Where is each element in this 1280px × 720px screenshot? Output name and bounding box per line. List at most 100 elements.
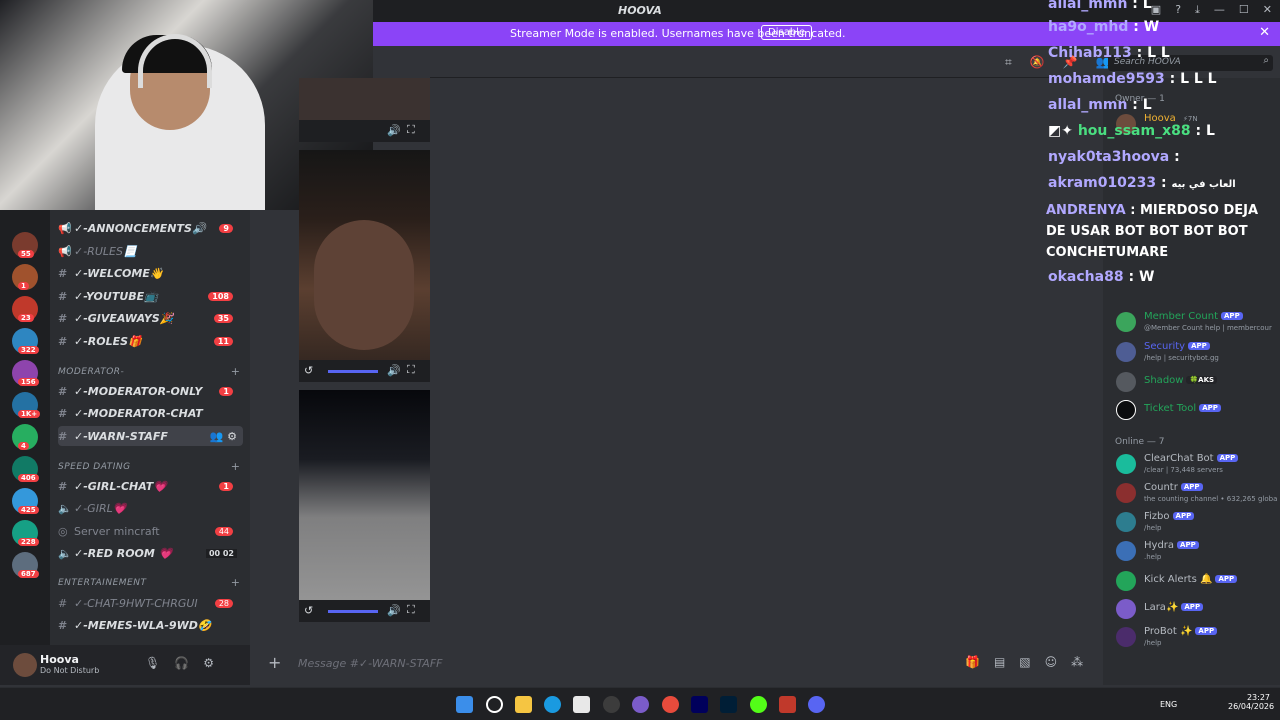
server-badge: 425: [18, 506, 39, 514]
store-icon[interactable]: [573, 696, 590, 713]
threads-icon[interactable]: ⌗: [1005, 55, 1012, 70]
apps-icon[interactable]: ⁂: [1071, 655, 1083, 669]
channel-red-room[interactable]: 🔈 ✓-RED ROOM 💗 00 02: [58, 543, 243, 563]
video-attachment[interactable]: 🔊 ⛶: [299, 78, 430, 142]
obs-icon[interactable]: [603, 696, 620, 713]
avatar[interactable]: [13, 653, 37, 677]
mute-icon[interactable]: 🔕: [1030, 55, 1045, 70]
search-input[interactable]: Search HOOVA ⌕: [1108, 55, 1273, 71]
add-channel-icon[interactable]: +: [231, 365, 240, 378]
sticker-icon[interactable]: ▧: [1019, 655, 1030, 669]
member-item[interactable]: Security APP /help | securitybot.gg: [1113, 340, 1278, 366]
server-badge: 228: [18, 538, 39, 546]
volume-icon[interactable]: 🔊: [387, 364, 401, 377]
disable-streamer-mode-button[interactable]: Disable: [761, 25, 813, 40]
video-attachment[interactable]: ↺ 🔊 ⛶: [299, 390, 430, 622]
avatar: [1116, 342, 1136, 362]
gear-icon[interactable]: ⚙: [203, 656, 214, 670]
channel-girl-voice[interactable]: 🔈 ✓-GIRL💗: [58, 498, 243, 518]
inbox-icon[interactable]: ▣: [1151, 3, 1161, 17]
fullscreen-icon[interactable]: ⛶: [407, 123, 415, 137]
channel-roles[interactable]: # ✓-ROLES🎁 11: [58, 331, 243, 351]
member-item[interactable]: Ticket Tool APP: [1113, 398, 1278, 424]
channel-chat-9hwt[interactable]: # ✓-CHAT-9HWT-CHRGUI 28: [58, 593, 243, 613]
chrome-icon[interactable]: [662, 696, 679, 713]
member-group-online: Online — 7: [1115, 437, 1165, 447]
megaphone-icon: 📢: [58, 221, 72, 235]
channel-moderator-chat[interactable]: # ✓-MODERATOR-CHAT: [58, 403, 243, 423]
message-input[interactable]: Message #✓-WARN-STAFF: [298, 657, 442, 670]
media-player-icon[interactable]: [779, 696, 796, 713]
hash-icon: #: [58, 596, 68, 610]
channel-youtube[interactable]: # ✓-YOUTUBE📺 108: [58, 286, 243, 306]
gift-icon[interactable]: 🎁: [965, 655, 980, 669]
hash-icon: #: [58, 384, 68, 398]
channel-giveaways[interactable]: # ✓-GIVEAWAYS🎉 35: [58, 308, 243, 328]
volume-slider[interactable]: [328, 610, 378, 613]
channel-welcome[interactable]: # ✓-WELCOME👋: [58, 263, 243, 283]
member-item[interactable]: Member Count APP @Member Count help | mem…: [1113, 310, 1278, 336]
gif-icon[interactable]: ▤: [994, 655, 1005, 669]
user-status: Do Not Disturb: [40, 666, 100, 675]
window-controls: ▣ ? ⤓ — ☐ ✕: [1151, 3, 1272, 17]
channel-memes[interactable]: # ✓-MEMES-WLA-9WD🤣: [58, 615, 243, 635]
member-item[interactable]: ClearChat Bot APP/clear | 73,448 servers: [1113, 452, 1278, 478]
mention-badge: 35: [213, 313, 233, 323]
minimize-button[interactable]: —: [1214, 3, 1225, 17]
member-item[interactable]: Lara✨ APP: [1113, 597, 1278, 623]
clock[interactable]: 23:27 26/04/2026: [1228, 693, 1274, 711]
message-composer[interactable]: + Message #✓-WARN-STAFF 🎁 ▤ ▧ ☺ ⁂: [258, 650, 1098, 678]
settings-icon[interactable]: 👥 ⚙: [210, 430, 237, 443]
close-button[interactable]: ✕: [1263, 3, 1272, 17]
emoji-icon[interactable]: ☺: [1045, 655, 1058, 669]
volume-icon[interactable]: 🔊: [387, 124, 401, 137]
add-attachment-icon[interactable]: +: [268, 653, 281, 672]
add-channel-icon[interactable]: +: [231, 576, 240, 589]
file-explorer-icon[interactable]: [515, 696, 532, 713]
microphone-icon[interactable]: 🎙: [145, 656, 160, 670]
pin-icon[interactable]: 📌: [1063, 55, 1078, 70]
kick-icon[interactable]: [750, 696, 767, 713]
video-attachment[interactable]: ↺ 🔊 ⛶: [299, 150, 430, 382]
category-moderator[interactable]: MODERATOR-: [58, 367, 124, 377]
language-indicator[interactable]: ENG: [1160, 700, 1177, 709]
member-item[interactable]: Kick Alerts 🔔 APP: [1113, 569, 1278, 595]
help-icon[interactable]: ?: [1175, 3, 1181, 17]
member-item[interactable]: ProBot ✨ APP/help: [1113, 625, 1278, 651]
replay-icon[interactable]: ↺: [304, 364, 313, 377]
member-item[interactable]: Fizbo APP/help: [1113, 510, 1278, 536]
chat-app-icon[interactable]: [632, 696, 649, 713]
category-entertainement[interactable]: ENTERTAINEMENT: [58, 578, 146, 588]
member-item[interactable]: Countr APP the counting channel • 632,265 …: [1113, 481, 1278, 507]
headphones-icon[interactable]: 🎧: [174, 656, 189, 670]
member-item[interactable]: Hydra APP .help: [1113, 539, 1278, 565]
premiere-icon[interactable]: [691, 696, 708, 713]
fullscreen-icon[interactable]: ⛶: [407, 363, 415, 377]
edge-icon[interactable]: [544, 696, 561, 713]
member-item[interactable]: Shadow 🍀AKS: [1113, 370, 1278, 396]
search-icon[interactable]: [486, 696, 503, 713]
download-icon[interactable]: ⤓: [1195, 3, 1200, 17]
channel-server-mincraft[interactable]: ◎ Server mincraft 44: [58, 521, 243, 541]
channel-rules[interactable]: 📢 ✓-RULES📃: [58, 241, 243, 261]
discord-icon[interactable]: [808, 696, 825, 713]
volume-icon[interactable]: 🔊: [387, 604, 401, 617]
add-channel-icon[interactable]: +: [231, 460, 240, 473]
volume-slider[interactable]: [328, 370, 378, 373]
category-speed-dating[interactable]: SPEED DATING: [58, 462, 131, 472]
member-item[interactable]: Hoova ⚡7N: [1113, 112, 1278, 138]
channel-announcements[interactable]: 📢 ✓-ANNONCEMENTS🔊 9: [58, 218, 243, 238]
fullscreen-icon[interactable]: ⛶: [407, 603, 415, 617]
close-icon[interactable]: ✕: [1259, 25, 1270, 40]
mention-badge: 44: [214, 526, 233, 536]
maximize-button[interactable]: ☐: [1239, 3, 1249, 17]
start-icon[interactable]: [456, 696, 473, 713]
channel-girl-chat[interactable]: # ✓-GIRL-CHAT💗 1: [58, 476, 243, 496]
avatar: [1116, 312, 1136, 332]
replay-icon[interactable]: ↺: [304, 604, 313, 617]
photoshop-icon[interactable]: [720, 696, 737, 713]
avatar: [1116, 483, 1136, 503]
channel-moderator-only[interactable]: # ✓-MODERATOR-ONLY 1: [58, 381, 243, 401]
hash-icon: #: [58, 429, 68, 443]
channel-warn-staff[interactable]: # ✓-WARN-STAFF 👥 ⚙: [58, 426, 243, 446]
